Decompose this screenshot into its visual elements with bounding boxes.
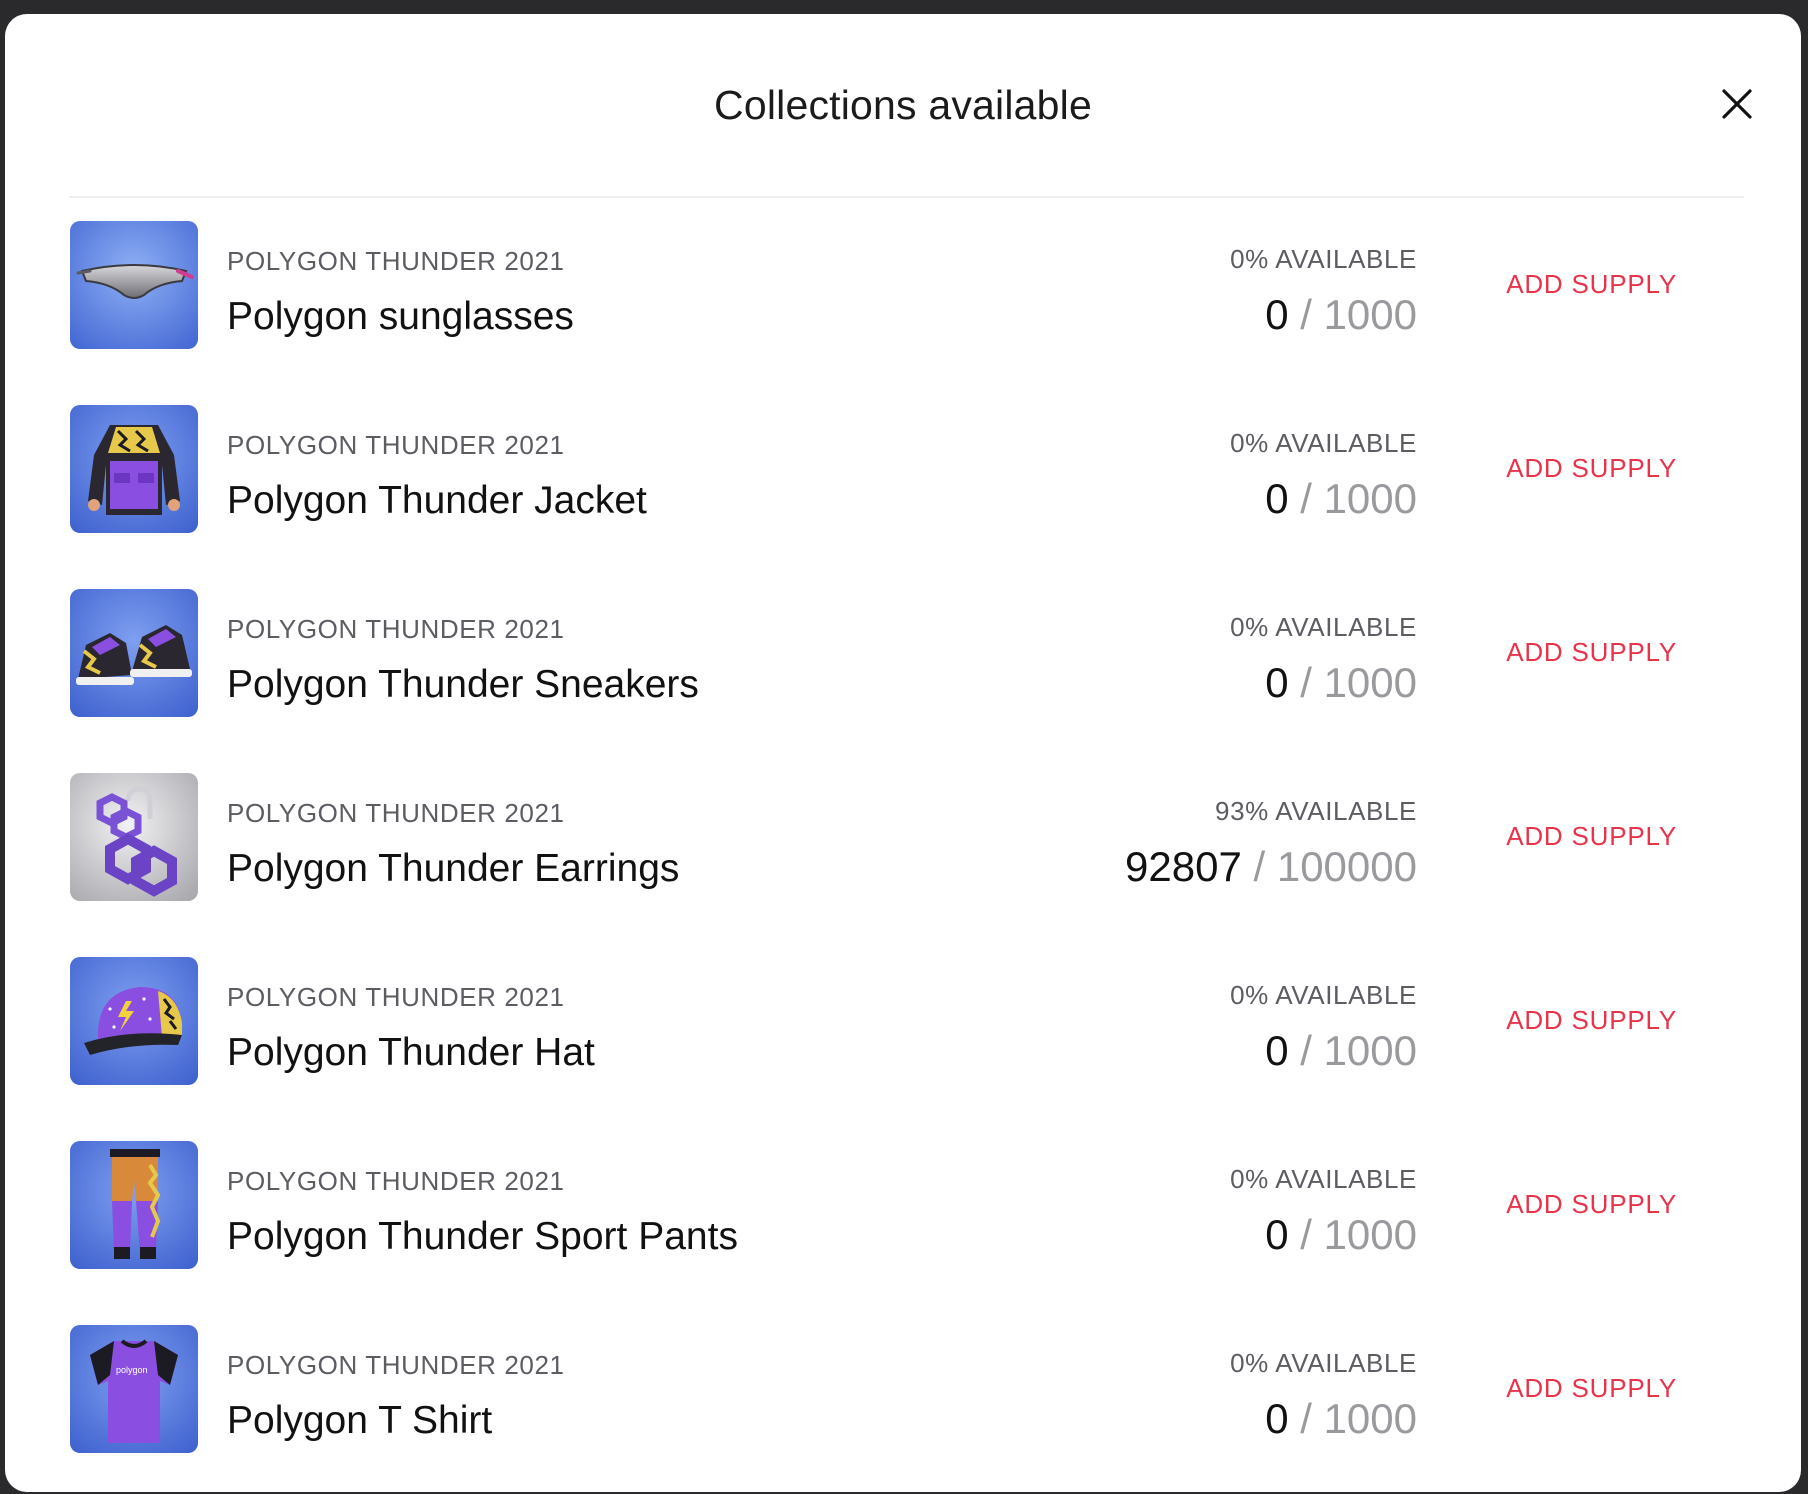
supply-current: 0 <box>1265 291 1289 338</box>
pants-thumbnail[interactable] <box>70 1141 198 1269</box>
supply-separator: / <box>1253 843 1266 890</box>
supply-total: 100000 <box>1276 843 1417 890</box>
collection-list: POLYGON THUNDER 2021 Polygon sunglasses … <box>5 216 1801 1492</box>
tshirt-thumbnail[interactable]: polygon <box>70 1325 198 1453</box>
collection-name: POLYGON THUNDER 2021 <box>227 430 565 460</box>
collection-row: POLYGON THUNDER 2021 Polygon Thunder Ear… <box>5 768 1801 952</box>
supply-current: 0 <box>1265 1027 1289 1074</box>
supply-total: 1000 <box>1323 475 1417 522</box>
supply-separator: / <box>1300 475 1312 522</box>
supply-separator: / <box>1300 1211 1312 1258</box>
supply-count: 0 / 1000 <box>1265 1027 1417 1075</box>
availability-label: 0% AVAILABLE <box>1230 428 1417 458</box>
item-name: Polygon Thunder Jacket <box>227 479 647 522</box>
supply-separator: / <box>1300 659 1312 706</box>
availability-label: 0% AVAILABLE <box>1230 244 1417 274</box>
supply-count: 0 / 1000 <box>1265 1211 1417 1259</box>
item-name: Polygon Thunder Sport Pants <box>227 1215 738 1258</box>
add-supply-button[interactable]: ADD SUPPLY <box>1506 269 1677 300</box>
availability-label: 93% AVAILABLE <box>1215 796 1417 826</box>
modal-title: Collections available <box>714 82 1092 128</box>
supply-total: 1000 <box>1323 1395 1417 1442</box>
supply-current: 0 <box>1265 659 1289 706</box>
collection-row: polygon POLYGON THUNDER 2021 Polygon T S… <box>5 1320 1801 1492</box>
collection-name: POLYGON THUNDER 2021 <box>227 614 565 644</box>
collection-row: POLYGON THUNDER 2021 Polygon Thunder Sne… <box>5 584 1801 768</box>
collection-row: POLYGON THUNDER 2021 Polygon sunglasses … <box>5 216 1801 400</box>
supply-total: 1000 <box>1323 1211 1417 1258</box>
earrings-thumbnail[interactable] <box>70 773 198 901</box>
item-name: Polygon Thunder Hat <box>227 1031 595 1074</box>
add-supply-button[interactable]: ADD SUPPLY <box>1506 821 1677 852</box>
supply-current: 92807 <box>1125 843 1242 890</box>
supply-count: 0 / 1000 <box>1265 659 1417 707</box>
close-icon <box>1722 89 1752 119</box>
close-button[interactable] <box>1710 77 1764 131</box>
availability-label: 0% AVAILABLE <box>1230 1164 1417 1194</box>
supply-count: 92807 / 100000 <box>1125 843 1417 891</box>
supply-current: 0 <box>1265 475 1289 522</box>
collection-name: POLYGON THUNDER 2021 <box>227 246 565 276</box>
item-name: Polygon sunglasses <box>227 295 574 338</box>
sunglasses-thumbnail[interactable] <box>70 221 198 349</box>
supply-separator: / <box>1300 1027 1312 1074</box>
collection-name: POLYGON THUNDER 2021 <box>227 982 565 1012</box>
supply-count: 0 / 1000 <box>1265 1395 1417 1443</box>
collection-row: POLYGON THUNDER 2021 Polygon Thunder Hat… <box>5 952 1801 1136</box>
sneakers-thumbnail[interactable] <box>70 589 198 717</box>
availability-label: 0% AVAILABLE <box>1230 612 1417 642</box>
jacket-thumbnail[interactable] <box>70 405 198 533</box>
availability-label: 0% AVAILABLE <box>1230 1348 1417 1378</box>
supply-current: 0 <box>1265 1395 1289 1442</box>
collections-modal: Collections available POLYGON THUNDER 20… <box>5 14 1801 1492</box>
supply-count: 0 / 1000 <box>1265 475 1417 523</box>
collection-row: POLYGON THUNDER 2021 Polygon Thunder Spo… <box>5 1136 1801 1320</box>
supply-total: 1000 <box>1323 291 1417 338</box>
add-supply-button[interactable]: ADD SUPPLY <box>1506 1189 1677 1220</box>
header-divider <box>69 196 1744 198</box>
collection-name: POLYGON THUNDER 2021 <box>227 798 565 828</box>
item-name: Polygon Thunder Sneakers <box>227 663 699 706</box>
supply-current: 0 <box>1265 1211 1289 1258</box>
add-supply-button[interactable]: ADD SUPPLY <box>1506 1005 1677 1036</box>
hat-thumbnail[interactable] <box>70 957 198 1085</box>
availability-label: 0% AVAILABLE <box>1230 980 1417 1010</box>
add-supply-button[interactable]: ADD SUPPLY <box>1506 1373 1677 1404</box>
collection-name: POLYGON THUNDER 2021 <box>227 1166 565 1196</box>
item-name: Polygon Thunder Earrings <box>227 847 680 890</box>
add-supply-button[interactable]: ADD SUPPLY <box>1506 637 1677 668</box>
collection-row: POLYGON THUNDER 2021 Polygon Thunder Jac… <box>5 400 1801 584</box>
add-supply-button[interactable]: ADD SUPPLY <box>1506 453 1677 484</box>
supply-separator: / <box>1300 291 1312 338</box>
item-name: Polygon T Shirt <box>227 1399 493 1442</box>
supply-separator: / <box>1300 1395 1312 1442</box>
supply-total: 1000 <box>1323 659 1417 706</box>
tshirt-print-text: polygon <box>116 1365 148 1375</box>
supply-total: 1000 <box>1323 1027 1417 1074</box>
supply-count: 0 / 1000 <box>1265 291 1417 339</box>
collection-name: POLYGON THUNDER 2021 <box>227 1350 565 1380</box>
